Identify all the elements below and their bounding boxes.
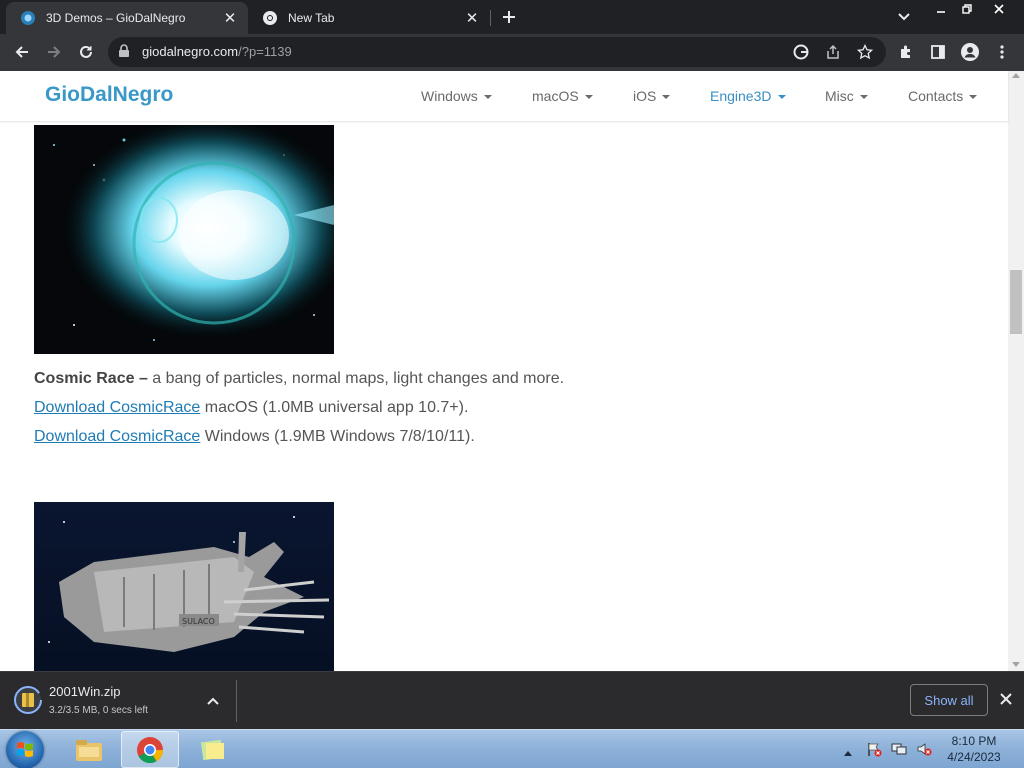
show-all-downloads-button[interactable]: Show all — [910, 684, 988, 716]
clock-time: 8:10 PM — [951, 734, 997, 748]
start-button-windows-logo-icon[interactable] — [6, 731, 44, 768]
nav-windows[interactable]: Windows — [421, 88, 492, 104]
side-panel-icon[interactable] — [928, 42, 948, 62]
profile-avatar-icon[interactable] — [960, 42, 980, 62]
windows-download-details: Windows (1.9MB Windows 7/8/10/11). — [200, 428, 475, 445]
url-text[interactable]: giodalnegro.com/?p=1139 — [142, 44, 292, 59]
nav-ios[interactable]: iOS — [633, 88, 671, 104]
demo-title: Cosmic Race – — [34, 370, 148, 387]
download-file-name[interactable]: 2001Win.zip — [49, 684, 121, 699]
back-arrow-icon[interactable] — [8, 38, 36, 66]
chrome-icon — [262, 10, 278, 26]
address-bar[interactable]: giodalnegro.com/?p=1139 — [108, 37, 886, 67]
download-options-chevron-icon[interactable] — [204, 692, 222, 710]
site-brand-logo[interactable]: GioDalNegro — [45, 83, 173, 107]
cosmic-race-screenshot[interactable] — [34, 125, 334, 354]
bookmark-star-icon[interactable] — [856, 43, 874, 61]
page-content: Cosmic Race – a bang of particles, norma… — [0, 71, 1008, 671]
sticky-notes-icon[interactable] — [184, 731, 242, 768]
close-download-shelf-icon[interactable] — [996, 689, 1016, 709]
tab-3d-demos[interactable]: 3D Demos – GioDalNegro ✕ — [6, 2, 248, 34]
scrollbar-thumb[interactable] — [1010, 270, 1022, 334]
tab-close-icon[interactable]: ✕ — [222, 10, 238, 27]
tab-title: 3D Demos – GioDalNegro — [46, 11, 186, 25]
dropdown-caret-icon — [777, 95, 786, 100]
nav-contacts[interactable]: Contacts — [908, 88, 978, 104]
extensions-puzzle-icon[interactable] — [896, 42, 916, 62]
dropdown-caret-icon — [584, 95, 593, 100]
tab-strip: 3D Demos – GioDalNegro ✕ New Tab ✕ — [0, 0, 1024, 34]
download-separator — [236, 680, 237, 722]
browser-toolbar: giodalnegro.com/?p=1139 — [0, 34, 1024, 71]
lock-icon[interactable] — [118, 44, 130, 63]
share-icon[interactable] — [824, 43, 842, 61]
page-viewport: Cosmic Race – a bang of particles, norma… — [0, 71, 1024, 671]
tab-title: New Tab — [288, 11, 335, 25]
tab-separator — [490, 10, 491, 26]
zip-file-icon — [14, 686, 42, 714]
screen: 3D Demos – GioDalNegro ✕ New Tab ✕ gioda… — [0, 0, 1024, 768]
window-close-icon[interactable] — [981, 0, 1017, 18]
nav-macos[interactable]: macOS — [532, 88, 593, 104]
scroll-down-arrow-icon[interactable] — [1012, 662, 1020, 667]
forward-arrow-icon[interactable] — [40, 38, 68, 66]
svg-text:SULACO: SULACO — [182, 617, 215, 626]
scroll-up-arrow-icon[interactable] — [1012, 73, 1020, 78]
tab-search-chevron-icon[interactable] — [893, 6, 915, 28]
window-restore-icon[interactable] — [953, 0, 981, 18]
mac-download-line: Download CosmicRace macOS (1.0MB univers… — [34, 399, 468, 417]
system-clock[interactable]: 8:10 PM 4/24/2023 — [940, 733, 1008, 765]
download-item[interactable] — [14, 686, 42, 714]
mac-download-details: macOS (1.0MB universal app 10.7+). — [200, 399, 469, 416]
windows-download-line: Download CosmicRace Windows (1.9MB Windo… — [34, 428, 475, 446]
site-favicon-icon — [20, 10, 36, 26]
dropdown-caret-icon — [662, 95, 671, 100]
spaceship-screenshot[interactable]: SULACO — [34, 502, 334, 671]
download-status: 3.2/3.5 MB, 0 secs left — [49, 705, 148, 716]
dropdown-caret-icon — [969, 95, 978, 100]
download-shelf: 2001Win.zip 3.2/3.5 MB, 0 secs left Show… — [0, 671, 1024, 729]
demo-description: Cosmic Race – a bang of particles, norma… — [34, 370, 564, 388]
file-explorer-icon[interactable] — [60, 731, 118, 768]
reload-icon[interactable] — [72, 38, 100, 66]
network-icon[interactable] — [891, 741, 907, 757]
window-minimize-icon[interactable] — [927, 0, 955, 18]
google-lens-icon[interactable] — [792, 43, 810, 61]
download-windows-link[interactable]: Download CosmicRace — [34, 428, 200, 445]
chrome-taskbar-icon[interactable] — [121, 731, 179, 768]
nav-engine3d[interactable]: Engine3D — [710, 88, 786, 104]
nav-misc[interactable]: Misc — [825, 88, 868, 104]
action-center-flag-icon[interactable] — [866, 741, 882, 757]
download-mac-link[interactable]: Download CosmicRace — [34, 399, 200, 416]
clock-date: 4/24/2023 — [947, 750, 1001, 764]
page-scrollbar[interactable] — [1008, 71, 1024, 671]
volume-muted-icon[interactable] — [916, 741, 932, 757]
site-header: GioDalNegro Windows macOS iOS Engine3D M… — [0, 71, 1008, 121]
browser-menu-icon[interactable] — [992, 42, 1012, 62]
new-tab-plus-icon[interactable] — [498, 6, 520, 28]
demo-summary: a bang of particles, normal maps, light … — [147, 370, 565, 387]
windows-taskbar: 8:10 PM 4/24/2023 — [0, 729, 1024, 768]
tab-new-tab[interactable]: New Tab ✕ — [248, 2, 490, 34]
show-hidden-icons-arrow-icon[interactable] — [843, 744, 859, 760]
dropdown-caret-icon — [859, 95, 868, 100]
tab-close-icon[interactable]: ✕ — [464, 10, 480, 27]
dropdown-caret-icon — [483, 95, 492, 100]
